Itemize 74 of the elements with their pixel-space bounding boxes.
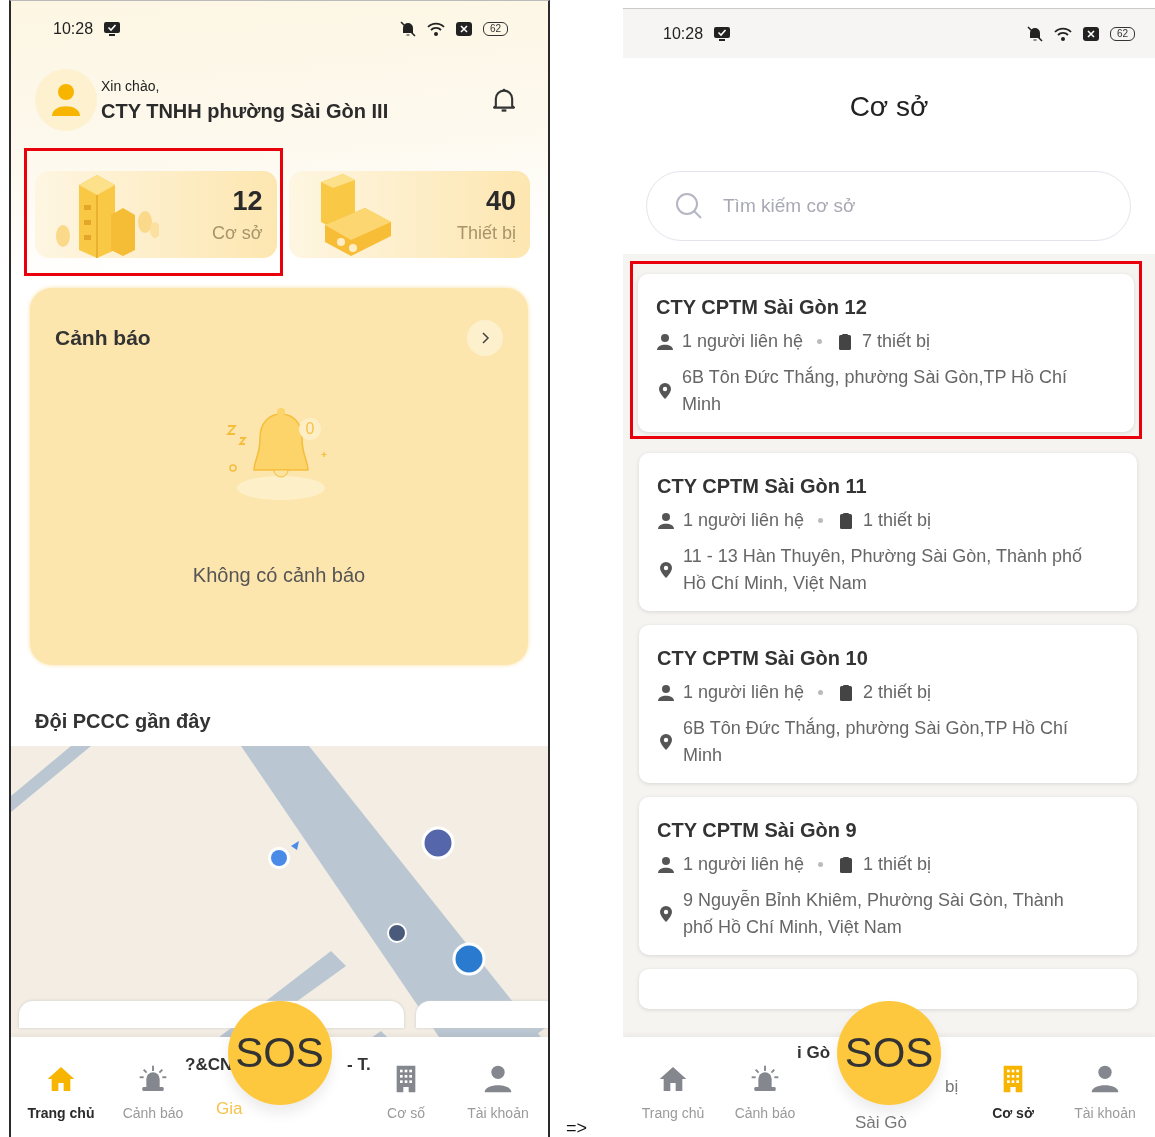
arrow-text: => (566, 1119, 587, 1137)
nav-tab[interactable]: Cơ sở (992, 1037, 1034, 1137)
search-input[interactable]: Tìm kiếm cơ sở (721, 194, 1102, 218)
facility-name: CTY CPTM Sài Gòn 10 (657, 647, 869, 670)
sos-button[interactable]: SOS (837, 1001, 941, 1105)
separator-dot (817, 518, 823, 523)
facility-name: CTY CPTM Sài Gòn 9 (657, 819, 858, 842)
stat-card[interactable]: 40 Thiết bị (288, 171, 530, 258)
nav-tab[interactable]: Trang chủ (27, 1037, 95, 1137)
stat-label: Cơ sở (211, 222, 263, 244)
location-pin-icon (657, 905, 675, 923)
map-pin-icon[interactable] (421, 826, 455, 860)
wifi-icon (426, 20, 445, 38)
greeting-label: Xin chào, (101, 77, 161, 94)
facility-card[interactable]: CTY CPTM Sài Gòn 11 1 người liên hệ 1 thiết bị 11 - 13 Hàn Thuyên, Phường Sài Gòn, Thành phố Hồ Chí Minh, Việt Nam (639, 453, 1137, 611)
facility-card[interactable]: CTY CPTM Sài Gòn 12 1 người liên hệ 7 thiết bị 6B Tôn Đức Thắng, phường Sài Gòn,TP Hồ Chí Minh (638, 274, 1134, 432)
facility-address: 6B Tôn Đức Thắng, phường Sài Gòn,TP Hồ Chí Minh (683, 716, 1070, 767)
separator-dot (817, 862, 823, 867)
person-icon (1089, 1063, 1121, 1095)
facility-card[interactable]: CTY CPTM Sài Gòn 9 1 người liên hệ 1 thiết bị 9 Nguyễn Bỉnh Khiêm, Phường Sài Gòn, Thành phố Hồ Chí Minh, Việt Nam (639, 797, 1137, 955)
section-title: Đội PCCC gần đây (35, 709, 212, 733)
person-icon (657, 683, 675, 702)
map-pin-icon[interactable] (452, 942, 486, 976)
stat-value: 40 (485, 185, 516, 217)
device-count: 1 thiết bị (862, 854, 931, 875)
contact-count: 1 người liên hệ (683, 854, 804, 875)
person-icon (51, 83, 81, 117)
status-time: 10:28 (53, 20, 94, 38)
person-icon (656, 332, 674, 351)
card-text: - T. (347, 1055, 371, 1075)
alerts-title: Cảnh báo (55, 326, 151, 350)
notification-icon (1081, 24, 1100, 43)
screen-icon (103, 20, 122, 38)
card-text: bị (945, 1077, 959, 1097)
person-icon (657, 855, 675, 874)
bell-off-icon (398, 20, 417, 38)
location-pin-icon (656, 382, 674, 400)
facility-name: CTY CPTM Sài Gòn 12 (656, 296, 868, 319)
separator-dot (816, 339, 822, 344)
facility-name: CTY CPTM Sài Gòn 11 (657, 475, 868, 498)
alert-count-badge: 0 (299, 418, 321, 440)
page-title: Cơ sở (848, 90, 930, 124)
search-icon (675, 192, 703, 220)
device-count: 7 thiết bị (861, 331, 930, 352)
person-icon (657, 511, 675, 530)
stat-value: 12 (232, 185, 263, 217)
contact-count: 1 người liên hệ (683, 510, 804, 531)
battery-indicator: 62 (1109, 26, 1135, 41)
contact-count: 1 người liên hệ (683, 682, 804, 703)
company-name: CTY TNHH phường Sài Gòn III (101, 99, 390, 123)
empty-alerts-message: Không có cảnh báo (192, 564, 366, 587)
open-alerts-button[interactable] (467, 320, 503, 356)
status-time: 10:28 (663, 24, 704, 43)
facility-card[interactable]: CTY CPTM Sài Gòn 10 1 người liên hệ 2 thiết bị 6B Tôn Đức Thắng, phường Sài Gòn,TP Hồ Chí Minh (639, 625, 1137, 783)
separator-dot (817, 690, 823, 695)
device-count: 1 thiết bị (862, 510, 931, 531)
card-text: i Gò (797, 1043, 831, 1063)
stat-label: Thiết bị (456, 222, 516, 244)
bell-off-icon (1025, 24, 1044, 43)
facility-address: 6B Tôn Đức Thắng, phường Sài Gòn,TP Hồ Chí Minh (682, 365, 1069, 416)
current-location-icon (268, 841, 299, 869)
location-pin-icon (657, 733, 675, 751)
notification-icon (454, 20, 473, 38)
facility-address: 11 - 13 Hàn Thuyên, Phường Sài Gòn, Thành phố Hồ Chí Minh, Việt Nam (683, 545, 1084, 595)
contact-count: 1 người liên hệ (682, 331, 803, 352)
facility-address: 9 Nguyễn Bỉnh Khiêm, Phường Sài Gòn, Thành phố Hồ Chí Minh, Việt Nam (683, 888, 1065, 939)
person-icon (482, 1063, 514, 1095)
device-count: 2 thiết bị (862, 682, 931, 703)
stat-card[interactable]: 12 Cơ sở (35, 171, 277, 258)
battery-indicator: 62 (482, 22, 508, 36)
notification-bell-icon[interactable] (490, 86, 518, 114)
screen-icon (713, 24, 732, 43)
location-pin-icon (657, 561, 675, 579)
card-text: Sài Gò (855, 1113, 907, 1133)
